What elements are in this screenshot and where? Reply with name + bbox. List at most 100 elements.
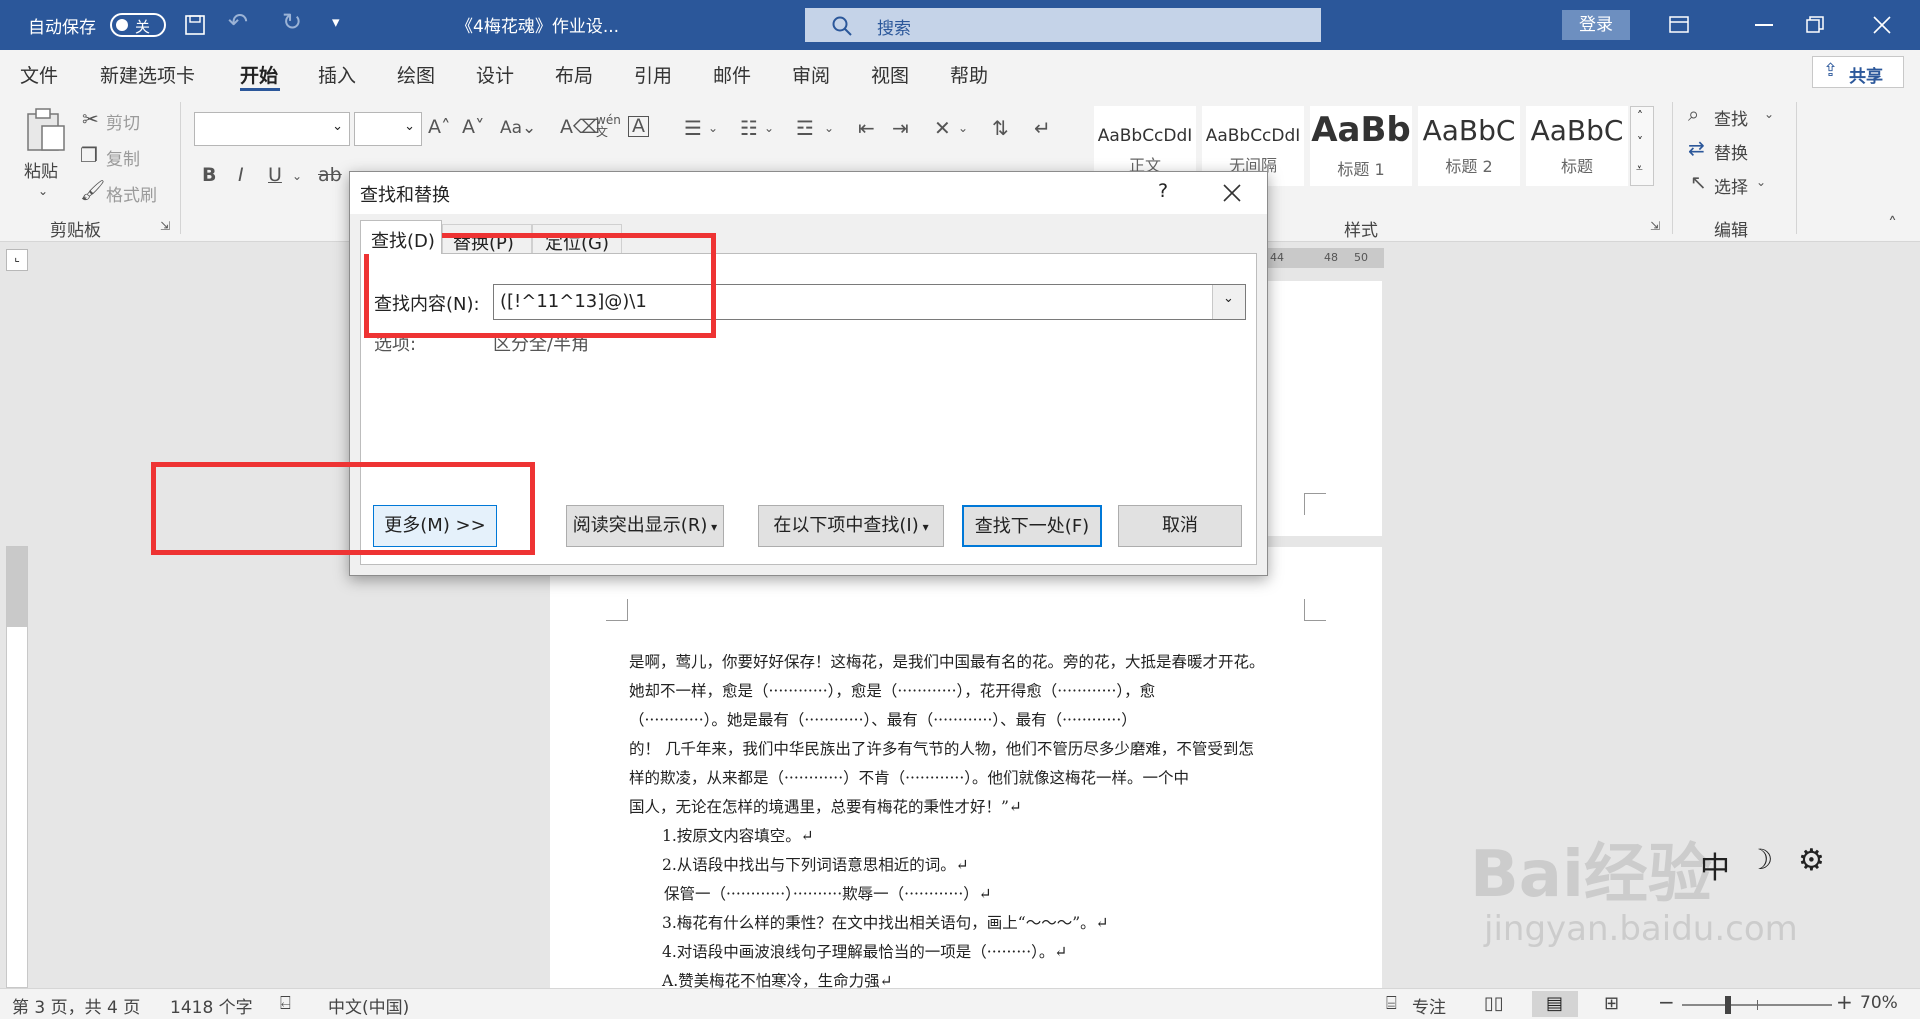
change-case-icon[interactable]: Aa⌄ — [500, 120, 536, 137]
ime-indicator[interactable]: 中 — [1700, 843, 1730, 887]
autosave-toggle[interactable]: 关 — [110, 13, 166, 37]
find-dropdown-icon[interactable]: ⌄ — [1764, 108, 1774, 120]
more-styles-icon[interactable]: ⩡ — [1636, 161, 1643, 176]
cancel-button[interactable]: 取消 — [1118, 505, 1242, 547]
read-mode-icon[interactable]: ▯▯ — [1484, 993, 1504, 1014]
login-button[interactable]: 登录 — [1562, 10, 1630, 40]
increase-indent-icon[interactable]: ⇥ — [892, 118, 909, 138]
copy-label[interactable]: 复制 — [106, 145, 140, 170]
chinese-layout-icon[interactable]: ✕ — [934, 118, 951, 138]
help-icon[interactable]: ? — [1158, 180, 1168, 202]
tab-file[interactable]: 文件 — [20, 61, 58, 88]
vertical-ruler[interactable] — [6, 546, 28, 988]
redo-icon[interactable]: ↻ — [282, 8, 302, 36]
paste-dropdown-icon[interactable]: ⌄ — [38, 184, 48, 198]
tab-view[interactable]: 视图 — [871, 61, 909, 88]
find-next-button[interactable]: 查找下一处(F) — [962, 505, 1102, 547]
paste-icon[interactable] — [22, 106, 68, 152]
focus-mode-button[interactable]: 专注 — [1412, 993, 1446, 1018]
find-what-input[interactable]: ([!^11^13]@)\1 ⌄ — [493, 284, 1246, 320]
tab-review[interactable]: 审阅 — [792, 61, 830, 88]
gear-icon[interactable]: ⚙ — [1798, 843, 1825, 878]
collapse-ribbon-icon[interactable]: ˄ — [1888, 216, 1897, 234]
grow-font-icon[interactable]: A˄ — [428, 118, 451, 137]
chevron-down-icon[interactable]: ˅ — [1637, 135, 1643, 149]
tab-replace[interactable]: 替换(P) — [442, 224, 532, 254]
tab-new-tab[interactable]: 新建选项卡 — [100, 61, 195, 88]
zoom-slider-thumb[interactable] — [1725, 996, 1731, 1014]
close-icon[interactable] — [1222, 183, 1242, 203]
strikethrough-icon[interactable]: ab — [318, 166, 342, 185]
horizontal-ruler[interactable]: 44 48 50 — [1268, 248, 1384, 268]
multilevel-list-icon[interactable]: ☲ — [796, 118, 814, 138]
ribbon-display-options-icon[interactable] — [1668, 14, 1690, 36]
style-heading-1[interactable]: AaBb 标题 1 — [1310, 106, 1412, 186]
underline-icon[interactable]: U — [268, 166, 282, 185]
shrink-font-icon[interactable]: A˅ — [462, 118, 485, 137]
tab-selector-icon[interactable]: ⌞ — [6, 249, 28, 271]
print-layout-button[interactable]: ▤ — [1532, 991, 1578, 1017]
sort-icon[interactable]: ⇅ — [992, 118, 1009, 138]
more-button[interactable]: 更多(M) >> — [373, 505, 497, 547]
find-history-dropdown[interactable]: ⌄ — [1212, 285, 1245, 319]
tab-insert[interactable]: 插入 — [318, 61, 356, 88]
replace-button[interactable]: 替换 — [1714, 139, 1748, 164]
phonetic-guide-icon[interactable]: wén 文 — [596, 114, 621, 138]
clear-formatting-icon[interactable]: A⌫ — [560, 118, 600, 137]
close-window-icon[interactable] — [1872, 15, 1892, 35]
zoom-in-icon[interactable]: + — [1836, 990, 1853, 1014]
bullets-icon[interactable]: ☰ — [684, 118, 702, 138]
restore-icon[interactable] — [1806, 16, 1824, 34]
tab-layout[interactable]: 布局 — [555, 61, 593, 88]
save-icon[interactable] — [184, 14, 206, 36]
cut-label[interactable]: 剪切 — [106, 109, 140, 134]
tab-draw[interactable]: 绘图 — [397, 61, 435, 88]
word-count[interactable]: 1418 个字 — [170, 993, 253, 1018]
reading-highlight-button[interactable]: 阅读突出显示(R) ▾ — [566, 505, 724, 547]
find-in-button[interactable]: 在以下项中查找(I) ▾ — [758, 505, 944, 547]
find-button[interactable]: 查找 — [1714, 105, 1748, 130]
bullets-dropdown-icon[interactable]: ⌄ — [708, 122, 718, 134]
show-marks-icon[interactable]: ↵ — [1034, 118, 1051, 138]
select-dropdown-icon[interactable]: ⌄ — [1756, 176, 1766, 188]
tab-home[interactable]: 开始 — [240, 61, 278, 88]
font-name-combo[interactable]: ⌄ — [194, 112, 350, 146]
character-border-icon[interactable]: A — [628, 116, 649, 137]
zoom-out-icon[interactable]: − — [1658, 990, 1675, 1014]
undo-icon[interactable]: ↶ — [228, 8, 248, 36]
tab-mailings[interactable]: 邮件 — [713, 61, 751, 88]
share-button[interactable]: ⇪ 共享 — [1812, 56, 1904, 88]
customize-toolbar-icon[interactable]: ▾ — [332, 13, 340, 31]
search-box[interactable]: 搜索 — [805, 8, 1321, 42]
proofing-icon[interactable]: ⍇ — [280, 993, 291, 1014]
styles-scroll[interactable]: ˄ ˅ ⩡ — [1630, 106, 1654, 186]
page-count[interactable]: 第 3 页，共 4 页 — [12, 993, 140, 1018]
zoom-level[interactable]: 70% — [1860, 993, 1898, 1013]
language-indicator[interactable]: 中文(中国) — [328, 993, 409, 1018]
numbering-dropdown-icon[interactable]: ⌄ — [764, 122, 774, 134]
format-painter-label[interactable]: 格式刷 — [106, 181, 157, 206]
tab-references[interactable]: 引用 — [634, 61, 672, 88]
numbering-icon[interactable]: ☷ — [740, 118, 758, 138]
multilevel-dropdown-icon[interactable]: ⌄ — [824, 122, 834, 134]
style-title[interactable]: AaBbC 标题 — [1526, 106, 1628, 186]
italic-icon[interactable]: I — [238, 166, 244, 185]
zoom-slider[interactable] — [1682, 996, 1832, 1014]
chinese-layout-dropdown-icon[interactable]: ⌄ — [958, 122, 968, 134]
decrease-indent-icon[interactable]: ⇤ — [858, 118, 875, 138]
underline-dropdown-icon[interactable]: ⌄ — [292, 170, 302, 182]
paste-label[interactable]: 粘贴 — [24, 157, 58, 182]
tab-design[interactable]: 设计 — [476, 61, 514, 88]
tab-help[interactable]: 帮助 — [950, 61, 988, 88]
font-size-combo[interactable]: ⌄ — [354, 112, 422, 146]
styles-launcher-icon[interactable]: ⇲ — [1650, 220, 1660, 232]
style-heading-2[interactable]: AaBbC 标题 2 — [1418, 106, 1520, 186]
select-button[interactable]: 选择 — [1714, 173, 1748, 198]
tab-goto[interactable]: 定位(G) — [532, 224, 622, 254]
bold-icon[interactable]: B — [202, 166, 216, 185]
minimize-icon[interactable] — [1755, 24, 1773, 26]
tab-find[interactable]: 查找(D) — [360, 220, 442, 254]
moon-icon[interactable]: ☽ — [1748, 843, 1773, 876]
web-layout-icon[interactable]: ⊞ — [1604, 993, 1619, 1014]
chevron-up-icon[interactable]: ˄ — [1637, 109, 1643, 123]
